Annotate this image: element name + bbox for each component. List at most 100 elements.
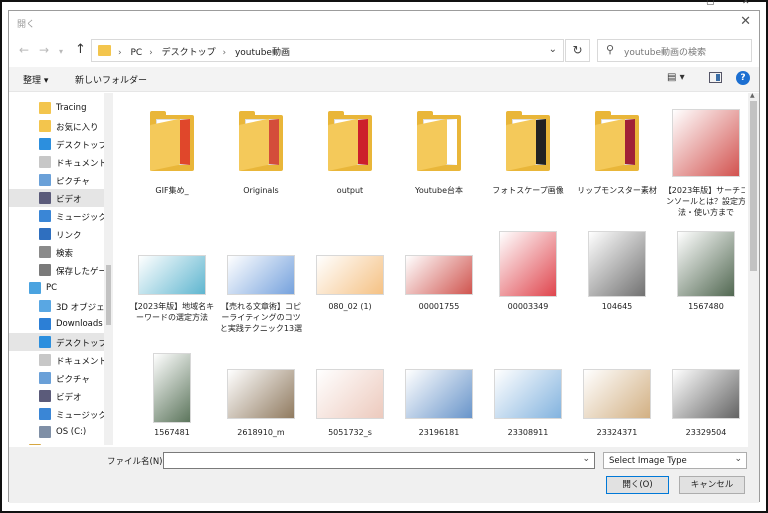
image-file-item[interactable]: 【2023年版】サーチコンソールとは？設定方法・使い方まで (663, 101, 745, 221)
sidebar-item-label: デスクトップ (56, 339, 108, 349)
image-file-item[interactable]: 1567480 (663, 227, 745, 347)
view-options-icon[interactable]: ▤ ▾ (667, 72, 685, 83)
sidebar-item[interactable]: Tracing (9, 99, 109, 117)
image-file-item[interactable]: 1567481 (129, 351, 215, 447)
chevron-down-icon[interactable]: ⌄ (582, 454, 590, 464)
image-file-item[interactable]: 23196181 (396, 351, 482, 447)
folder-item[interactable]: Youtube台本 (396, 101, 482, 221)
pictures-icon (39, 174, 51, 186)
image-file-item[interactable]: 23324371 (574, 351, 660, 447)
open-button[interactable]: 開く(O) (606, 476, 669, 494)
dialog-title: 開く (17, 20, 36, 30)
sidebar-item[interactable]: リンク (9, 225, 109, 243)
image-thumbnail (316, 369, 384, 419)
sidebar-item[interactable]: 検索 (9, 243, 109, 261)
image-file-item[interactable]: 104645 (574, 227, 660, 347)
organize-button[interactable]: 整理 ▾ (23, 73, 48, 86)
search-placeholder: youtube動画の検索 (624, 48, 707, 58)
sidebar-scroll-thumb[interactable] (106, 265, 111, 325)
file-grid-scroll-thumb[interactable] (750, 101, 757, 271)
documents-icon (39, 354, 51, 366)
sidebar-item[interactable]: デスクトップ (9, 135, 109, 153)
sidebar-item-label: ピクチャ (56, 177, 90, 187)
forward-arrow-icon[interactable]: → (39, 43, 49, 57)
file-name-label: 2618910_m (237, 428, 285, 437)
image-thumbnail (227, 255, 295, 295)
back-arrow-icon[interactable]: ← (19, 43, 29, 57)
pictures-icon (39, 372, 51, 384)
sidebar-item[interactable]: Downloads (9, 315, 109, 333)
help-icon[interactable]: ? (736, 71, 750, 85)
sidebar-item[interactable]: お気に入り (9, 117, 109, 135)
sidebar-item[interactable]: OS (C:) (9, 423, 109, 441)
image-file-item[interactable]: 5051732_s (307, 351, 393, 447)
file-grid-scrollbar[interactable]: ▲ (748, 92, 759, 447)
image-file-item[interactable]: 【2023年版】地域名キーワードの選定方法 (129, 227, 215, 347)
folder-icon (417, 111, 461, 171)
address-bar[interactable]: › PC › デスクトップ › youtube動画 ⌄ (91, 39, 564, 62)
image-file-item[interactable]: 2618910_m (218, 351, 304, 447)
sidebar-item[interactable]: ミュージック (9, 405, 109, 423)
sidebar-item-label: ビデオ (56, 393, 82, 403)
file-type-select[interactable]: Select Image Type ⌄ (603, 452, 747, 469)
chevron-down-icon[interactable]: ⌄ (549, 44, 557, 55)
image-file-item[interactable]: 00003349 (485, 227, 571, 347)
image-thumbnail (316, 255, 384, 295)
breadcrumb-item[interactable]: PC (130, 48, 142, 58)
scroll-up-icon[interactable]: ▲ (750, 92, 755, 99)
preview-pane-icon[interactable] (709, 72, 722, 83)
pc-icon (29, 282, 41, 294)
folder-item[interactable]: output (307, 101, 393, 221)
file-name-label: output (336, 186, 364, 195)
folder-item[interactable]: Originals (218, 101, 304, 221)
sidebar-item[interactable]: ピクチャ (9, 369, 109, 387)
new-folder-button[interactable]: 新しいフォルダー (75, 73, 147, 86)
close-icon: ✕ (742, 0, 750, 7)
filename-input[interactable]: ⌄ (163, 452, 595, 469)
folder-item[interactable]: リップモンスター素材 (574, 101, 660, 221)
close-icon[interactable]: ✕ (740, 14, 751, 29)
breadcrumb-item[interactable]: デスクトップ (162, 48, 216, 58)
image-thumbnail (227, 369, 295, 419)
image-file-item[interactable]: 23308911 (485, 351, 571, 447)
sidebar-item[interactable]: ビデオ (9, 189, 109, 207)
sidebar-item[interactable]: ドキュメント (9, 153, 109, 171)
file-grid: GIF集め_ Originals output Youtube台本 フォトスケープ画像 リ… (115, 93, 745, 447)
search-icon (39, 246, 51, 258)
image-file-item[interactable]: 00001755 (396, 227, 482, 347)
search-input[interactable]: ⚲ youtube動画の検索 (597, 39, 752, 62)
sidebar-item-label: お気に入り (56, 123, 99, 133)
sidebar-item[interactable]: ライブラリ (9, 441, 109, 445)
dialog-footer: ファイル名(N): ⌄ Select Image Type ⌄ 開く(O) キャ… (9, 447, 759, 503)
breadcrumb-item[interactable]: youtube動画 (235, 48, 290, 58)
image-file-item[interactable]: 080_02 (1) (307, 227, 393, 347)
sidebar-item-label: デスクトップ (56, 141, 108, 151)
sidebar-item[interactable]: ピクチャ (9, 171, 109, 189)
image-thumbnail (405, 255, 473, 295)
sidebar-item[interactable]: ドキュメント (9, 351, 109, 369)
image-file-item[interactable]: 23329504 (663, 351, 745, 447)
recent-chevron-icon[interactable]: ▾ (59, 47, 63, 56)
image-file-item[interactable]: 【売れる文章術】コピーライティングのコツと実践テクニック13選 (218, 227, 304, 347)
folder-icon (98, 45, 111, 56)
sidebar-scrollbar[interactable] (104, 93, 113, 445)
refresh-button[interactable]: ↻ (565, 39, 590, 62)
file-name-label: 00003349 (507, 302, 549, 311)
folder-item[interactable]: GIF集め_ (129, 101, 215, 221)
sidebar-item[interactable]: ミュージック (9, 207, 109, 225)
file-name-label: フォトスケープ画像 (492, 186, 564, 195)
sidebar-item-label: OS (C:) (56, 427, 87, 437)
search-icon: ⚲ (606, 43, 615, 56)
sidebar-item[interactable]: 3D オブジェク (9, 297, 113, 315)
file-name-label: GIF集め_ (155, 186, 189, 195)
desktop-icon (39, 336, 51, 348)
folder-item[interactable]: フォトスケープ画像 (485, 101, 571, 221)
sidebar-item[interactable]: デスクトップ (9, 333, 109, 351)
sidebar-item[interactable]: ビデオ (9, 387, 109, 405)
sidebar-item[interactable]: PC (9, 279, 109, 297)
sidebar-item[interactable]: 保存したゲー (9, 261, 109, 279)
documents-icon (39, 156, 51, 168)
up-arrow-icon[interactable]: ↑ (75, 42, 86, 57)
cancel-button[interactable]: キャンセル (679, 476, 745, 494)
file-name-label: 1567481 (154, 428, 190, 437)
